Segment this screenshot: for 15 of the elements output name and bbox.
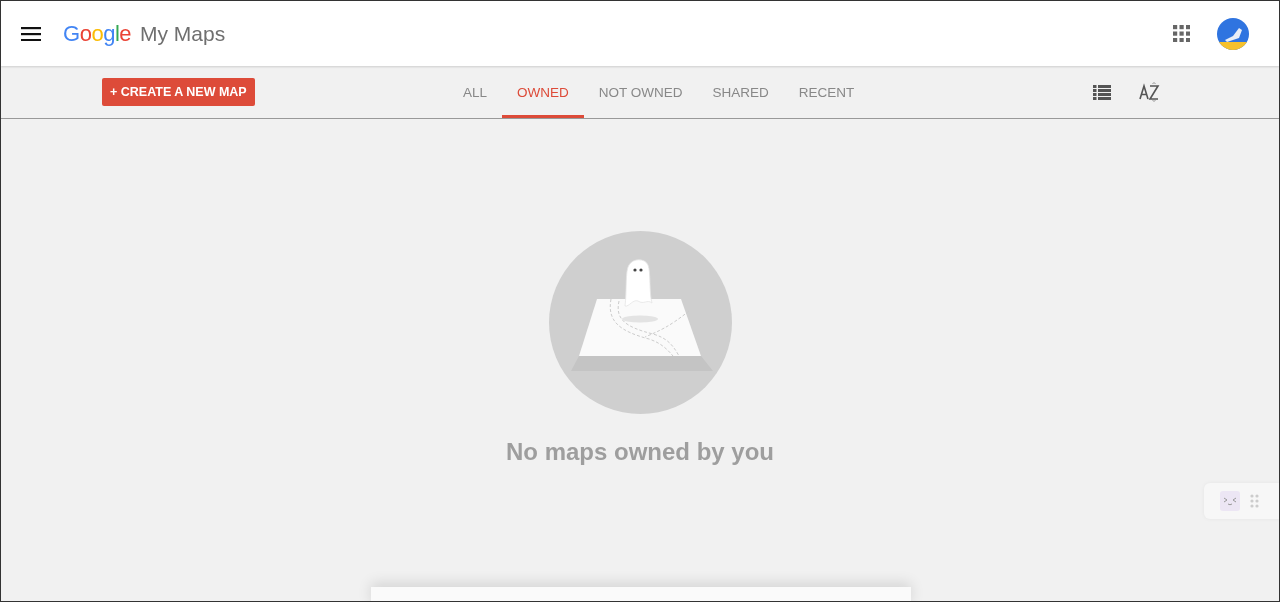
list-view-icon[interactable] bbox=[1093, 84, 1111, 100]
empty-state-message: No maps owned by you bbox=[506, 438, 774, 466]
filter-tab[interactable]: SHARED bbox=[697, 66, 784, 118]
filter-tab[interactable]: ALL bbox=[448, 66, 503, 118]
avatar-icon[interactable] bbox=[1217, 17, 1249, 50]
face-icon bbox=[1220, 491, 1240, 511]
menu-icon[interactable] bbox=[21, 26, 41, 41]
filter-tab[interactable]: OWNED bbox=[502, 66, 584, 118]
app-logo[interactable]: Google My Maps bbox=[63, 20, 226, 47]
apps-grid-icon[interactable] bbox=[1173, 25, 1190, 42]
drag-handle-icon[interactable] bbox=[1250, 494, 1259, 508]
sort-az-icon[interactable] bbox=[1139, 82, 1160, 102]
filter-tab[interactable]: RECENT bbox=[783, 66, 870, 118]
filter-tab[interactable]: NOT OWNED bbox=[583, 66, 698, 118]
create-map-button[interactable]: + CREATE A NEW MAP bbox=[102, 78, 255, 106]
